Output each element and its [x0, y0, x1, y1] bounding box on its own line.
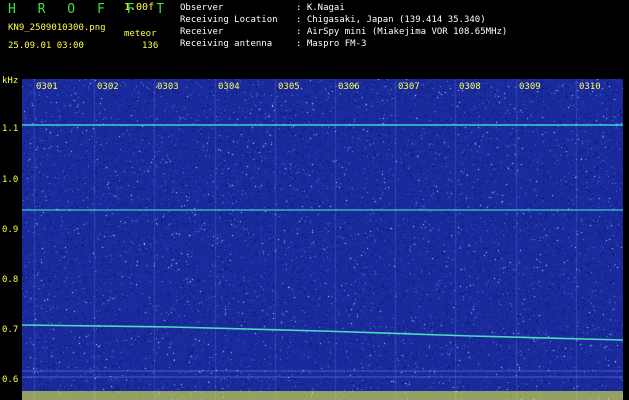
x-tick-label: 0303 — [157, 82, 179, 92]
y-tick-label: 1.1 — [2, 124, 19, 134]
drifting-trace — [22, 324, 623, 341]
bottom-band — [22, 391, 623, 400]
spectrogram-panel — [22, 79, 623, 400]
app-version: 1.00f — [124, 2, 155, 13]
x-tick-label: 0308 — [459, 82, 481, 92]
x-tick-label: 0304 — [218, 82, 240, 92]
spectrogram-overlay — [22, 124, 623, 400]
y-tick-label: 0.8 — [2, 275, 19, 285]
x-tick-label: 0310 — [579, 82, 601, 92]
location-value: : Chigasaki, Japan (139.414 35.340) — [296, 15, 486, 25]
observation-datetime: 25.09.01 03:00 — [8, 41, 84, 51]
x-tick-label: 0301 — [36, 82, 58, 92]
antenna-value: : Maspro FM-3 — [296, 39, 367, 49]
observer-label: Observer — [180, 3, 224, 13]
y-axis-unit: kHz — [2, 76, 19, 86]
receiver-value: : AirSpy mini (Miakejima VOR 108.65MHz) — [296, 27, 508, 37]
y-tick-label: 0.7 — [2, 325, 19, 335]
receiver-label: Receiver — [180, 27, 224, 37]
observer-value: : K.Nagai — [296, 3, 345, 13]
antenna-label: Receiving antenna — [180, 39, 273, 49]
meteor-count: 136 — [142, 41, 159, 51]
x-tick-label: 0305 — [278, 82, 300, 92]
meteor-label: meteor — [124, 29, 157, 39]
y-tick-label: 1.0 — [2, 175, 19, 185]
x-tick-label: 0302 — [97, 82, 119, 92]
y-tick-label: 0.9 — [2, 225, 19, 235]
location-label: Receiving Location — [180, 15, 278, 25]
image-filename: KN9_2509010300.png — [8, 23, 106, 33]
x-tick-label: 0309 — [519, 82, 541, 92]
x-tick-label: 0306 — [338, 82, 360, 92]
y-tick-label: 0.6 — [2, 375, 19, 385]
x-tick-label: 0307 — [398, 82, 420, 92]
